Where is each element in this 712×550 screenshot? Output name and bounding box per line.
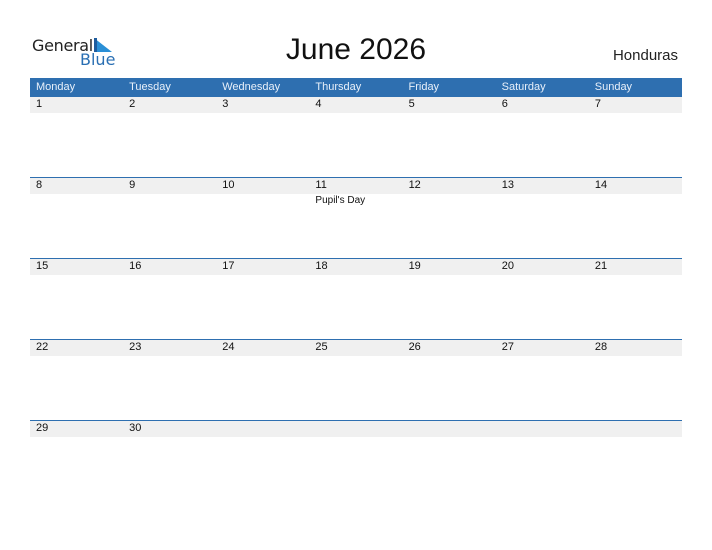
day-cell — [216, 421, 309, 501]
day-number: 16 — [129, 260, 142, 272]
day-number: 20 — [501, 260, 514, 272]
weekday-header: Monday Tuesday Wednesday Thursday Friday… — [30, 78, 682, 96]
day-number: 12 — [408, 179, 421, 191]
week-row: 8 9 10 11 Pupil's Day 12 13 14 — [30, 177, 682, 258]
day-number: 27 — [501, 341, 514, 353]
day-cell: 26 — [403, 340, 496, 420]
day-cell: 22 — [30, 340, 123, 420]
day-number: 23 — [129, 341, 142, 353]
day-number: 4 — [315, 98, 322, 110]
weekday-thursday: Thursday — [315, 81, 362, 93]
day-number: 8 — [36, 179, 43, 191]
week-row: 22 23 24 25 26 27 28 — [30, 339, 682, 420]
day-number: 29 — [36, 422, 49, 434]
day-number: 24 — [222, 341, 235, 353]
weekday-sunday: Sunday — [594, 81, 633, 93]
day-cell: 7 — [589, 97, 682, 177]
day-number: 2 — [129, 98, 136, 110]
day-cell: 8 — [30, 178, 123, 258]
day-number: 14 — [594, 179, 608, 191]
day-number: 26 — [408, 341, 421, 353]
day-number: 30 — [129, 422, 142, 434]
day-cell: 11 Pupil's Day — [309, 178, 402, 258]
day-cell — [403, 421, 496, 501]
day-number: 6 — [501, 98, 508, 110]
day-number: 25 — [315, 341, 328, 353]
day-cell: 4 — [309, 97, 402, 177]
day-number: 10 — [222, 179, 235, 191]
day-cell: 15 — [30, 259, 123, 339]
day-cell: 1 — [30, 97, 123, 177]
day-cell: 12 — [403, 178, 496, 258]
day-number: 7 — [594, 98, 601, 110]
day-cell: 10 — [216, 178, 309, 258]
day-cell: 20 — [496, 259, 589, 339]
day-number: 1 — [36, 98, 43, 110]
day-cell: 29 — [30, 421, 123, 501]
day-cell: 6 — [496, 97, 589, 177]
day-number: 28 — [594, 341, 608, 353]
week-row: 29 30 — [30, 420, 682, 501]
day-number: 13 — [501, 179, 514, 191]
day-number: 21 — [594, 260, 608, 272]
day-number: 17 — [222, 260, 235, 272]
day-cell: 5 — [403, 97, 496, 177]
day-number: 11 — [315, 179, 327, 191]
day-cell — [496, 421, 589, 501]
day-cell: 23 — [123, 340, 216, 420]
day-cell: 16 — [123, 259, 216, 339]
day-cell: 28 — [589, 340, 682, 420]
day-cell: 9 — [123, 178, 216, 258]
day-number: 3 — [222, 98, 229, 110]
day-cell: 24 — [216, 340, 309, 420]
day-cell: 2 — [123, 97, 216, 177]
day-number: 22 — [36, 341, 49, 353]
weekday-saturday: Saturday — [501, 81, 546, 93]
country-label: Honduras — [612, 47, 678, 64]
weekday-wednesday: Wednesday — [222, 81, 281, 93]
weekday-monday: Monday — [36, 81, 76, 93]
day-number: 18 — [315, 260, 328, 272]
day-cell — [589, 421, 682, 501]
day-cell: 25 — [309, 340, 402, 420]
day-cell: 18 — [309, 259, 402, 339]
day-cell: 21 — [589, 259, 682, 339]
day-cell: 17 — [216, 259, 309, 339]
day-number: 9 — [129, 179, 136, 191]
weekday-friday: Friday — [408, 81, 440, 93]
week-row: 1 2 3 4 5 6 7 — [30, 96, 682, 177]
day-cell: 13 — [496, 178, 589, 258]
day-number: 19 — [408, 260, 421, 272]
day-number: 5 — [408, 98, 415, 110]
day-number: 15 — [36, 260, 49, 272]
day-cell: 30 — [123, 421, 216, 501]
day-cell: 19 — [403, 259, 496, 339]
day-cell: 27 — [496, 340, 589, 420]
page-title: June 2026 — [285, 33, 427, 66]
day-cell: 3 — [216, 97, 309, 177]
weekday-tuesday: Tuesday — [129, 81, 171, 93]
week-row: 15 16 17 18 19 20 21 — [30, 258, 682, 339]
day-cell: 14 — [589, 178, 682, 258]
holiday-label: Pupil's Day — [315, 195, 366, 206]
day-cell — [309, 421, 402, 501]
